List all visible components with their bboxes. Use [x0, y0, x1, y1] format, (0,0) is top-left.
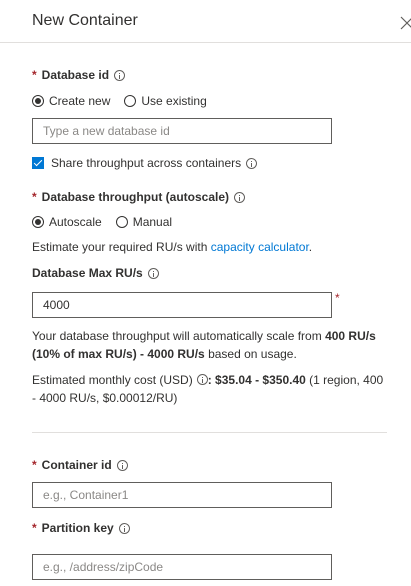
- info-icon[interactable]: [234, 191, 246, 203]
- required-marker: *: [32, 458, 37, 472]
- cost-label: Estimated monthly cost (USD): [32, 373, 193, 387]
- estimate-text: Estimate your required RU/s with capacit…: [32, 238, 312, 256]
- required-marker: *: [32, 190, 37, 204]
- info-icon[interactable]: [116, 459, 128, 471]
- radio-autoscale-label[interactable]: Autoscale: [49, 215, 102, 229]
- autoscale-text-2: based on usage.: [204, 347, 297, 361]
- database-id-label-text: Database id: [41, 68, 110, 82]
- container-id-label-text: Container id: [41, 458, 112, 472]
- cost-estimate: Estimated monthly cost (USD) : $35.04 - $…: [32, 371, 392, 407]
- info-icon[interactable]: [246, 157, 258, 169]
- database-id-label: * Database id: [32, 68, 126, 82]
- close-icon[interactable]: [400, 16, 411, 30]
- panel-header: New Container: [0, 0, 411, 43]
- share-throughput-checkbox[interactable]: [32, 157, 44, 169]
- capacity-calculator-link[interactable]: capacity calculator: [211, 240, 309, 254]
- info-icon[interactable]: [196, 374, 208, 385]
- estimate-suffix: .: [308, 240, 313, 254]
- autoscale-bold-1: 400 RU/s: [325, 329, 376, 343]
- autoscale-description: Your database throughput will automatica…: [32, 327, 392, 363]
- container-id-label: * Container id: [32, 458, 128, 472]
- radio-manual-label[interactable]: Manual: [133, 215, 172, 229]
- required-marker: *: [32, 521, 37, 535]
- share-throughput-checkbox-row[interactable]: Share throughput across containers: [32, 156, 258, 170]
- info-icon[interactable]: [114, 69, 126, 81]
- estimate-prefix: Estimate your required RU/s with: [32, 240, 211, 254]
- required-marker: *: [32, 68, 37, 82]
- radio-autoscale[interactable]: [32, 216, 44, 228]
- database-id-radio-group: Create new Use existing: [32, 94, 207, 108]
- cost-detail-1: (1 region, 400: [305, 373, 384, 387]
- autoscale-text-1: Your database throughput will automatica…: [32, 329, 326, 343]
- radio-create-new-label[interactable]: Create new: [49, 94, 110, 108]
- info-icon[interactable]: [118, 522, 130, 534]
- max-rus-label-text: Database Max RU/s: [32, 266, 143, 280]
- radio-manual[interactable]: [115, 216, 128, 228]
- autoscale-bold-2: (10% of max RU/s) - 4000 RU/s: [32, 347, 205, 361]
- share-throughput-label[interactable]: Share throughput across containers: [51, 156, 241, 170]
- cost-detail-2: - 4000 RU/s, $0.00012/RU): [32, 391, 178, 405]
- section-divider: [32, 432, 387, 433]
- info-icon[interactable]: [147, 267, 159, 279]
- radio-use-existing-label[interactable]: Use existing: [141, 94, 206, 108]
- radio-create-new[interactable]: [32, 95, 44, 107]
- throughput-radio-group: Autoscale Manual: [32, 215, 172, 229]
- partition-key-label-text: Partition key: [41, 521, 114, 535]
- throughput-label-text: Database throughput (autoscale): [41, 190, 230, 204]
- cost-value: : $35.04 - $350.40: [207, 373, 306, 387]
- partition-key-input[interactable]: [32, 554, 332, 580]
- max-rus-label: Database Max RU/s: [32, 266, 159, 280]
- max-rus-input[interactable]: [32, 292, 332, 318]
- required-marker: *: [335, 291, 340, 305]
- panel-title: New Container: [32, 12, 138, 29]
- throughput-label: * Database throughput (autoscale): [32, 190, 246, 204]
- radio-use-existing[interactable]: [124, 95, 137, 107]
- database-id-input[interactable]: [32, 118, 332, 144]
- container-id-input[interactable]: [32, 482, 332, 508]
- partition-key-label: * Partition key: [32, 521, 130, 535]
